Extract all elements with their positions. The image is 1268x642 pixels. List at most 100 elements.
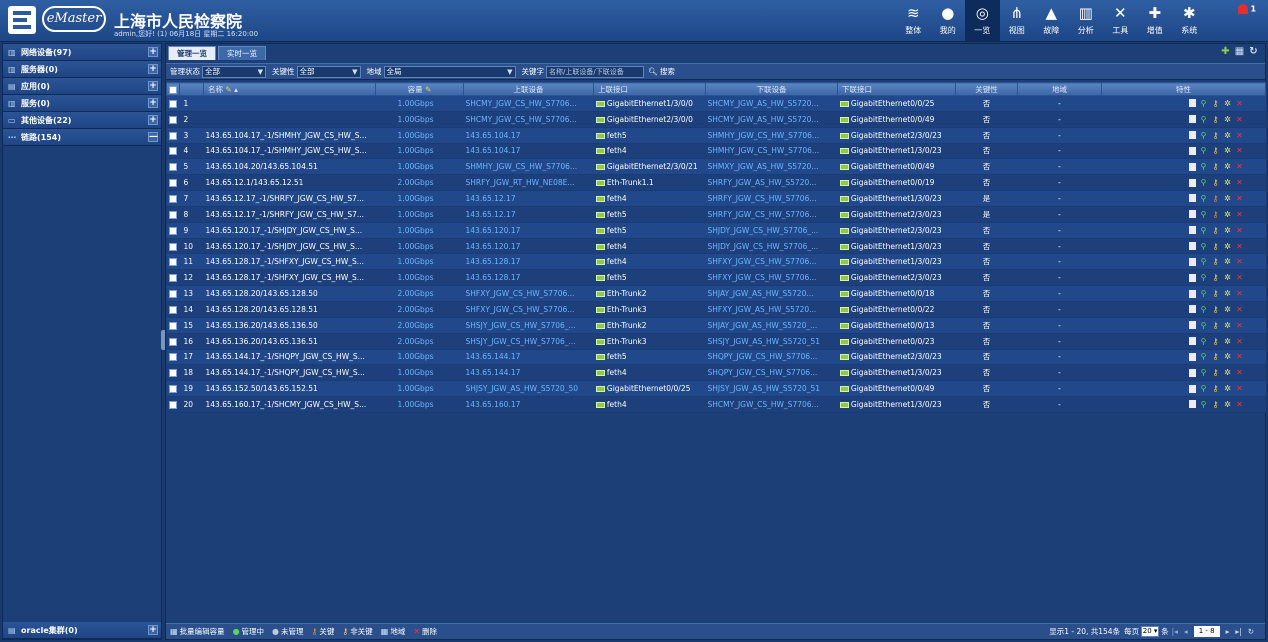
sidebar-item-1[interactable]: ▥ 服务器(0) + bbox=[3, 61, 161, 78]
table-row[interactable]: 16 143.65.136.20/143.65.136.51 2.00Gbps SHS… bbox=[166, 333, 1266, 350]
up-device[interactable]: SHMHY_JGW_CS_HW_S7706... bbox=[463, 158, 594, 176]
status-link-icon[interactable]: ⚲ bbox=[1200, 337, 1208, 346]
col-down-port[interactable]: 下联接口 bbox=[837, 82, 956, 96]
table-row[interactable]: 5 143.65.104.20/143.65.104.51 1.00Gbps SHMH… bbox=[166, 158, 1266, 176]
key-toggle-icon[interactable]: ⚷ bbox=[1212, 289, 1220, 298]
down-device[interactable]: SHJDY_JGW_CS_HW_S7706_... bbox=[705, 222, 838, 239]
detail-icon[interactable] bbox=[1188, 352, 1196, 361]
down-device[interactable]: SHJSY_JGW_AS_HW_S5720_51 bbox=[705, 380, 838, 398]
settings-gear-icon[interactable]: ✲ bbox=[1224, 257, 1232, 266]
nav-item-4[interactable]: ▲ 故障 bbox=[1034, 0, 1069, 42]
first-page-icon[interactable]: |◂ bbox=[1172, 627, 1178, 636]
down-device[interactable]: SHMHY_JGW_CS_HW_S7706... bbox=[705, 127, 838, 144]
status-link-icon[interactable]: ⚲ bbox=[1200, 305, 1208, 314]
table-row[interactable]: 19 143.65.152.50/143.65.152.51 1.00Gbps SHJ… bbox=[166, 380, 1266, 398]
delete-icon[interactable]: ✕ bbox=[1236, 210, 1244, 219]
down-device[interactable]: SHQPY_JGW_CS_HW_S7706... bbox=[705, 364, 838, 382]
key-toggle-icon[interactable]: ⚷ bbox=[1212, 194, 1220, 203]
down-device[interactable]: SHFXY_JGW_AS_HW_S5720... bbox=[705, 301, 838, 318]
row-checkbox[interactable] bbox=[166, 111, 180, 128]
row-checkbox[interactable] bbox=[166, 285, 180, 302]
nav-item-5[interactable]: ▥ 分析 bbox=[1069, 0, 1104, 42]
row-checkbox[interactable] bbox=[166, 380, 180, 398]
nav-item-6[interactable]: ✕ 工具 bbox=[1103, 0, 1138, 42]
detail-icon[interactable] bbox=[1188, 337, 1196, 346]
status-link-icon[interactable]: ⚲ bbox=[1200, 99, 1208, 108]
row-checkbox[interactable] bbox=[166, 95, 180, 112]
status-link-icon[interactable]: ⚲ bbox=[1200, 384, 1208, 393]
delete-icon[interactable]: ✕ bbox=[1236, 226, 1244, 235]
key-toggle-icon[interactable]: ⚷ bbox=[1212, 321, 1220, 330]
delete-icon[interactable]: ✕ bbox=[1236, 99, 1244, 108]
table-row[interactable]: 13 143.65.128.20/143.65.128.50 2.00Gbps SHF… bbox=[166, 285, 1266, 302]
col-up-device[interactable]: 上联设备 bbox=[463, 82, 594, 96]
key-toggle-icon[interactable]: ⚷ bbox=[1212, 178, 1220, 187]
settings-gear-icon[interactable]: ✲ bbox=[1224, 368, 1232, 377]
link-name[interactable]: 143.65.136.20/143.65.136.50 bbox=[203, 317, 376, 334]
detail-icon[interactable] bbox=[1188, 400, 1196, 409]
link-name[interactable] bbox=[203, 111, 376, 128]
up-device[interactable]: 143.65.104.17 bbox=[463, 143, 594, 160]
up-device[interactable]: 143.65.120.17 bbox=[463, 222, 594, 239]
row-checkbox[interactable] bbox=[166, 158, 180, 176]
per-page-select[interactable]: 20 ▾ bbox=[1141, 626, 1160, 637]
down-device[interactable]: SHJAY_JGW_AS_HW_S5720... bbox=[705, 285, 838, 302]
link-name[interactable]: 143.65.136.20/143.65.136.51 bbox=[203, 333, 376, 350]
col-region[interactable]: 地域 bbox=[1017, 82, 1102, 96]
row-checkbox[interactable] bbox=[166, 174, 180, 192]
detail-icon[interactable] bbox=[1188, 305, 1196, 314]
key-toggle-icon[interactable]: ⚷ bbox=[1212, 99, 1220, 108]
alarm-indicator[interactable]: 1 bbox=[1238, 4, 1262, 18]
detail-icon[interactable] bbox=[1188, 194, 1196, 203]
key-toggle-icon[interactable]: ⚷ bbox=[1212, 146, 1220, 155]
expand-button[interactable]: + bbox=[148, 47, 158, 57]
delete-icon[interactable]: ✕ bbox=[1236, 289, 1244, 298]
down-device[interactable]: SHMXY_JGW_AS_HW_S5720... bbox=[705, 158, 838, 176]
table-row[interactable]: 10 143.65.120.17_-1/SHJDY_JGW_CS_HW_S... 1… bbox=[166, 238, 1266, 255]
status-link-icon[interactable]: ⚲ bbox=[1200, 178, 1208, 187]
detail-icon[interactable] bbox=[1188, 115, 1196, 124]
row-checkbox[interactable] bbox=[166, 333, 180, 350]
detail-icon[interactable] bbox=[1188, 131, 1196, 140]
down-device[interactable]: SHRFY_JGW_CS_HW_S7706... bbox=[705, 190, 838, 207]
key-toggle-icon[interactable]: ⚷ bbox=[1212, 337, 1220, 346]
down-device[interactable]: SHCMY_JGW_CS_HW_S7706... bbox=[705, 396, 838, 413]
settings-gear-icon[interactable]: ✲ bbox=[1224, 131, 1232, 140]
settings-gear-icon[interactable]: ✲ bbox=[1224, 210, 1232, 219]
table-row[interactable]: 14 143.65.128.20/143.65.128.51 2.00Gbps SHF… bbox=[166, 301, 1266, 318]
key-toggle-icon[interactable]: ⚷ bbox=[1212, 162, 1220, 171]
nav-item-0[interactable]: ≋ 整体 bbox=[896, 0, 931, 42]
delete-icon[interactable]: ✕ bbox=[1236, 194, 1244, 203]
down-device[interactable]: SHSJY_JGW_AS_HW_S5720_51 bbox=[705, 333, 838, 350]
status-link-icon[interactable]: ⚲ bbox=[1200, 400, 1208, 409]
settings-gear-icon[interactable]: ✲ bbox=[1224, 352, 1232, 361]
key-toggle-icon[interactable]: ⚷ bbox=[1212, 226, 1220, 235]
settings-gear-icon[interactable]: ✲ bbox=[1224, 305, 1232, 314]
up-device[interactable]: 143.65.160.17 bbox=[463, 396, 594, 413]
status-link-icon[interactable]: ⚲ bbox=[1200, 146, 1208, 155]
up-device[interactable]: SHSJY_JGW_CS_HW_S7706_... bbox=[463, 317, 594, 334]
table-row[interactable]: 17 143.65.144.17_-1/SHQPY_JGW_CS_HW_S... 1… bbox=[166, 349, 1266, 366]
table-row[interactable]: 11 143.65.128.17_-1/SHFXY_JGW_CS_HW_S... 1… bbox=[166, 253, 1266, 271]
detail-icon[interactable] bbox=[1188, 162, 1196, 171]
up-device[interactable]: 143.65.144.17 bbox=[463, 349, 594, 366]
table-row[interactable]: 15 143.65.136.20/143.65.136.50 2.00Gbps SHS… bbox=[166, 317, 1266, 334]
detail-icon[interactable] bbox=[1188, 384, 1196, 393]
keyword-input[interactable]: 名称/上联设备/下联设备 bbox=[546, 65, 644, 78]
down-device[interactable]: SHQPY_JGW_CS_HW_S7706... bbox=[705, 349, 838, 366]
link-name[interactable]: 143.65.128.17_-1/SHFXY_JGW_CS_HW_S... bbox=[203, 253, 376, 271]
col-capacity[interactable]: 容量 ✎ bbox=[375, 82, 464, 96]
key-select[interactable]: 全部 ▼ bbox=[296, 65, 361, 78]
table-row[interactable]: 4 143.65.104.17_-1/SHMHY_JGW_CS_HW_S... 1.… bbox=[166, 143, 1266, 160]
down-device[interactable]: SHCMY_JGW_AS_HW_S5720... bbox=[705, 111, 838, 128]
delete-icon[interactable]: ✕ bbox=[1236, 131, 1244, 140]
link-name[interactable]: 143.65.144.17_-1/SHQPY_JGW_CS_HW_S... bbox=[203, 364, 376, 382]
up-device[interactable]: SHFXY_JGW_CS_HW_S7706... bbox=[463, 285, 594, 302]
key-toggle-icon[interactable]: ⚷ bbox=[1212, 352, 1220, 361]
key-toggle-icon[interactable]: ⚷ bbox=[1212, 384, 1220, 393]
delete-icon[interactable]: ✕ bbox=[1236, 242, 1244, 251]
link-name[interactable]: 143.65.104.20/143.65.104.51 bbox=[203, 158, 376, 176]
table-row[interactable]: 7 143.65.12.17_-1/SHRFY_JGW_CS_HW_S7... 1.… bbox=[166, 190, 1266, 207]
status-link-icon[interactable]: ⚲ bbox=[1200, 321, 1208, 330]
refresh-icon[interactable]: ↻ bbox=[1248, 46, 1259, 57]
